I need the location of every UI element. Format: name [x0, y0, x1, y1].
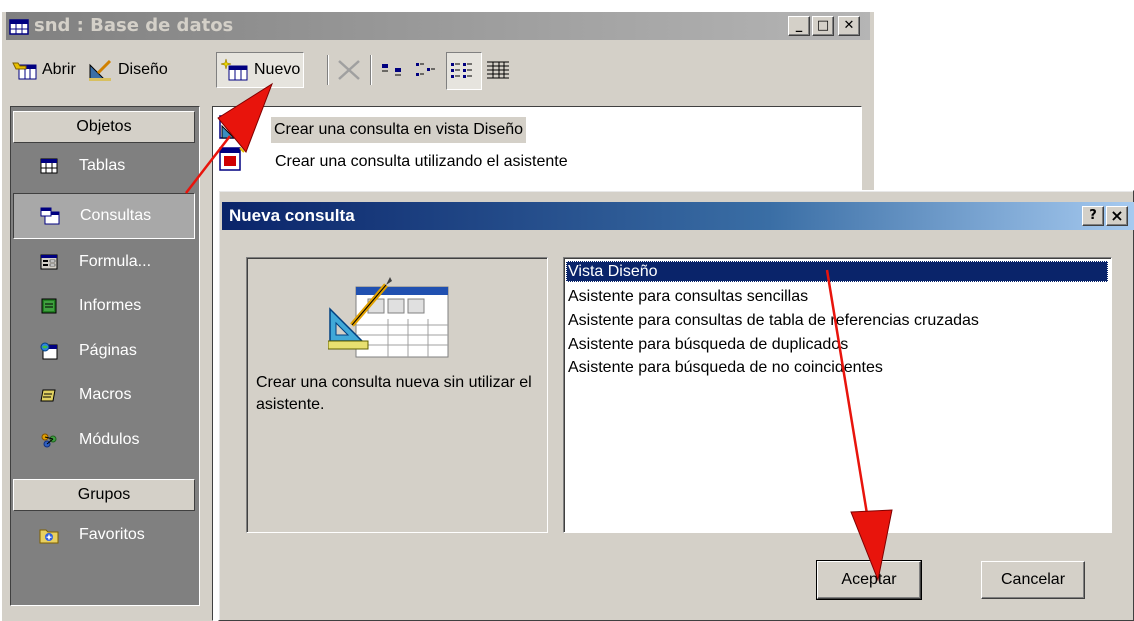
arrow-to-new-button	[185, 82, 274, 194]
arrow-to-accept-button	[825, 269, 893, 582]
annotation-arrows	[185, 82, 893, 582]
